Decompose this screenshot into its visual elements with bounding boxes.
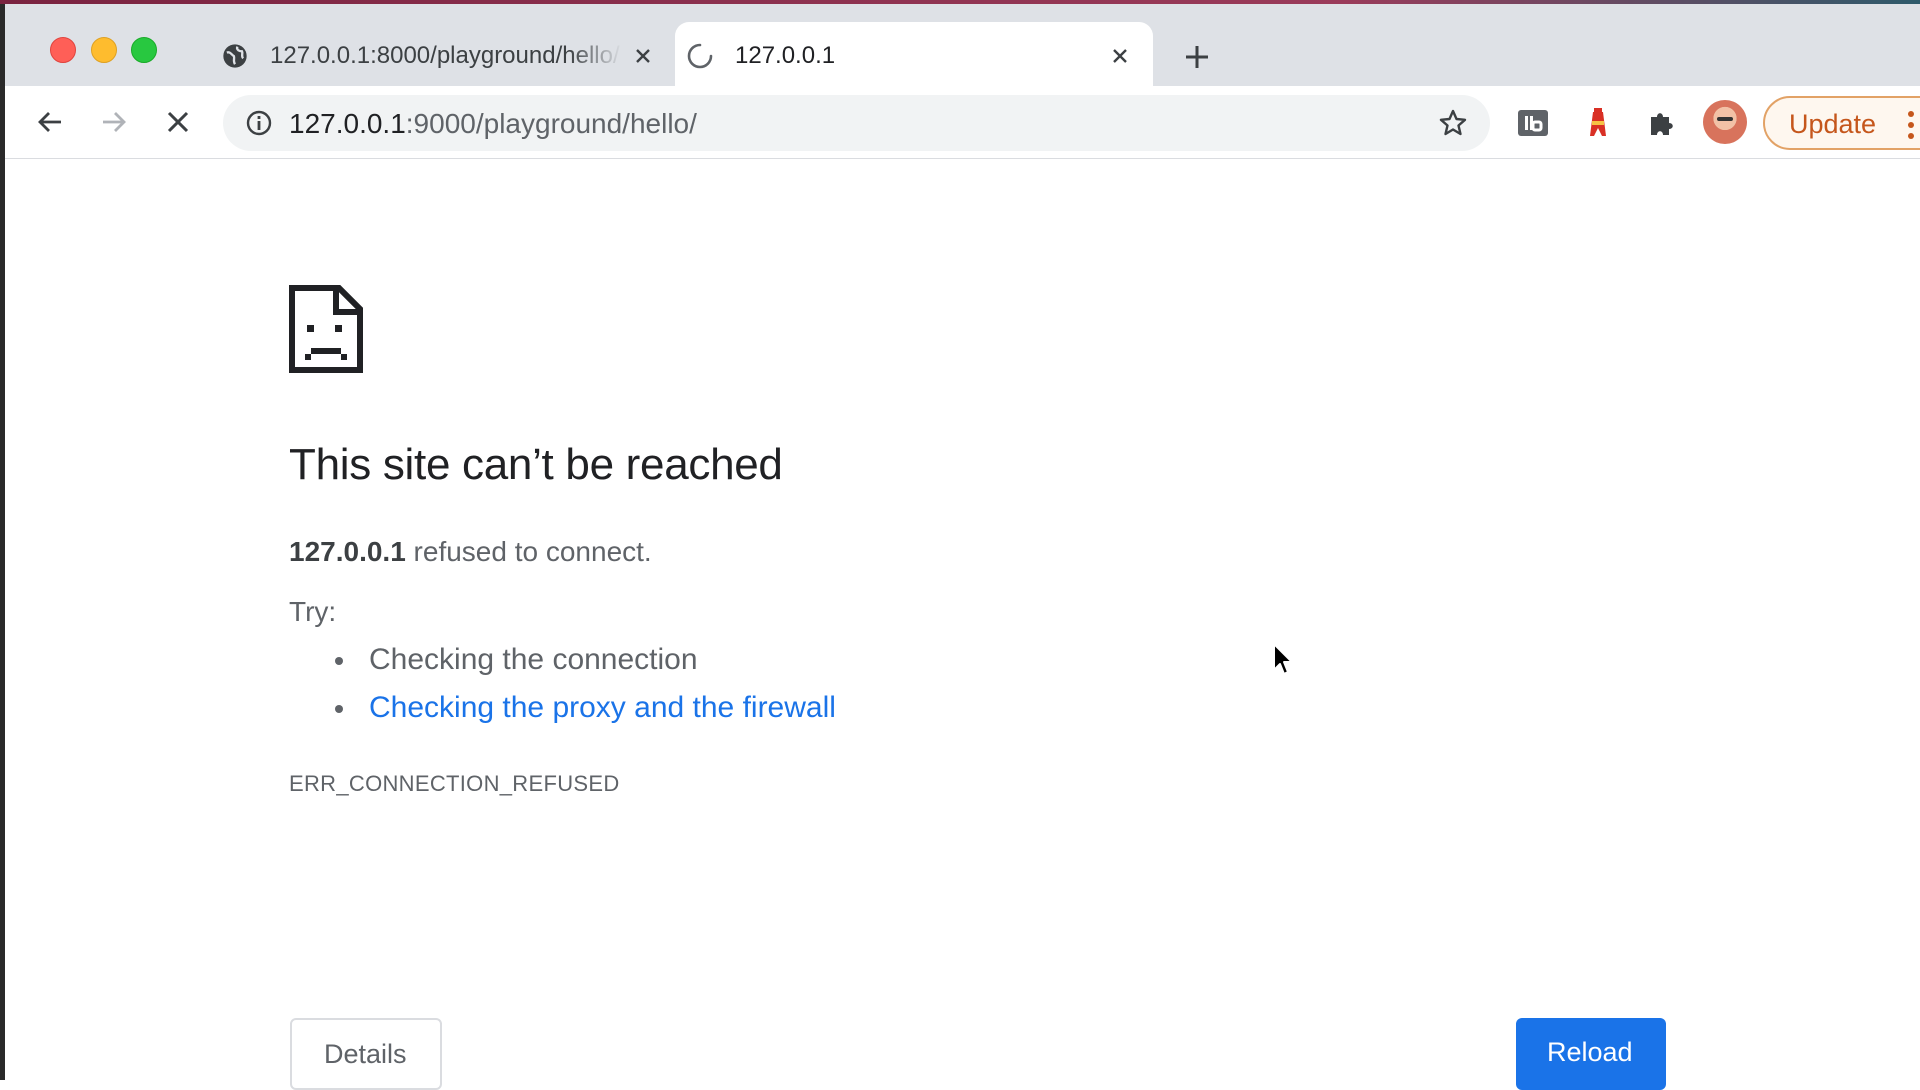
error-code: ERR_CONNECTION_REFUSED xyxy=(289,771,620,796)
reload-button[interactable]: Reload xyxy=(1516,1018,1666,1090)
window-left-edge xyxy=(0,0,5,1080)
loading-spinner-icon xyxy=(685,41,715,71)
suggestion-check-connection: Checking the connection xyxy=(335,636,836,684)
update-label: Update xyxy=(1789,109,1877,139)
profile-avatar[interactable] xyxy=(1703,100,1747,144)
tab-title: 127.0.0.1:8000/playground/hello/ xyxy=(270,42,620,69)
suggestion-list: Checking the connection Checking the pro… xyxy=(335,636,836,732)
mouse-cursor-icon xyxy=(1273,643,1293,675)
minimize-window-button[interactable] xyxy=(91,37,117,63)
globe-icon xyxy=(220,41,250,71)
browser-toolbar: 127.0.0.1:9000/playground/hello/ Update xyxy=(5,86,1920,159)
new-tab-plus-icon[interactable] xyxy=(1180,40,1214,74)
reload-label: Reload xyxy=(1547,1037,1633,1067)
try-label: Try: xyxy=(289,596,337,627)
lighthouse-extension-icon[interactable] xyxy=(1579,104,1617,142)
sad-page-icon xyxy=(289,285,363,373)
url-path: :9000/playground/hello/ xyxy=(405,108,697,139)
zoom-window-button[interactable] xyxy=(131,37,157,63)
error-host: 127.0.0.1 xyxy=(289,536,406,567)
tab-127-0-0-1[interactable]: 127.0.0.1 xyxy=(675,22,1153,90)
close-window-button[interactable] xyxy=(50,37,76,63)
details-button[interactable]: Details xyxy=(290,1018,442,1090)
tab-playground-8000[interactable]: 127.0.0.1:8000/playground/hello/ xyxy=(210,22,670,90)
more-menu-icon[interactable] xyxy=(1908,110,1914,140)
address-bar[interactable]: 127.0.0.1:9000/playground/hello/ xyxy=(223,95,1490,151)
update-button[interactable]: Update xyxy=(1763,96,1920,150)
bookmark-star-icon[interactable] xyxy=(1438,108,1468,138)
stop-loading-icon[interactable] xyxy=(160,104,196,140)
url-text[interactable]: 127.0.0.1:9000/playground/hello/ xyxy=(289,108,697,140)
page-title: This site can’t be reached xyxy=(289,440,783,489)
tab-strip: 127.0.0.1:8000/playground/hello/ 127.0.0… xyxy=(5,4,1920,90)
toggl-extension-icon[interactable] xyxy=(1514,104,1552,142)
tab-title: 127.0.0.1 xyxy=(735,42,836,69)
back-arrow-icon[interactable] xyxy=(32,104,68,140)
info-icon[interactable] xyxy=(245,109,273,137)
close-tab-icon[interactable] xyxy=(1105,41,1135,71)
suggestion-proxy-firewall-link[interactable]: Checking the proxy and the firewall xyxy=(335,684,836,732)
close-tab-icon[interactable] xyxy=(628,41,658,71)
error-message: refused to connect. xyxy=(405,536,652,567)
url-host: 127.0.0.1 xyxy=(289,108,406,139)
forward-arrow-icon[interactable] xyxy=(96,104,132,140)
details-label: Details xyxy=(324,1039,407,1069)
puzzle-extensions-icon[interactable] xyxy=(1643,104,1681,142)
error-description: 127.0.0.1 refused to connect. xyxy=(289,536,652,568)
